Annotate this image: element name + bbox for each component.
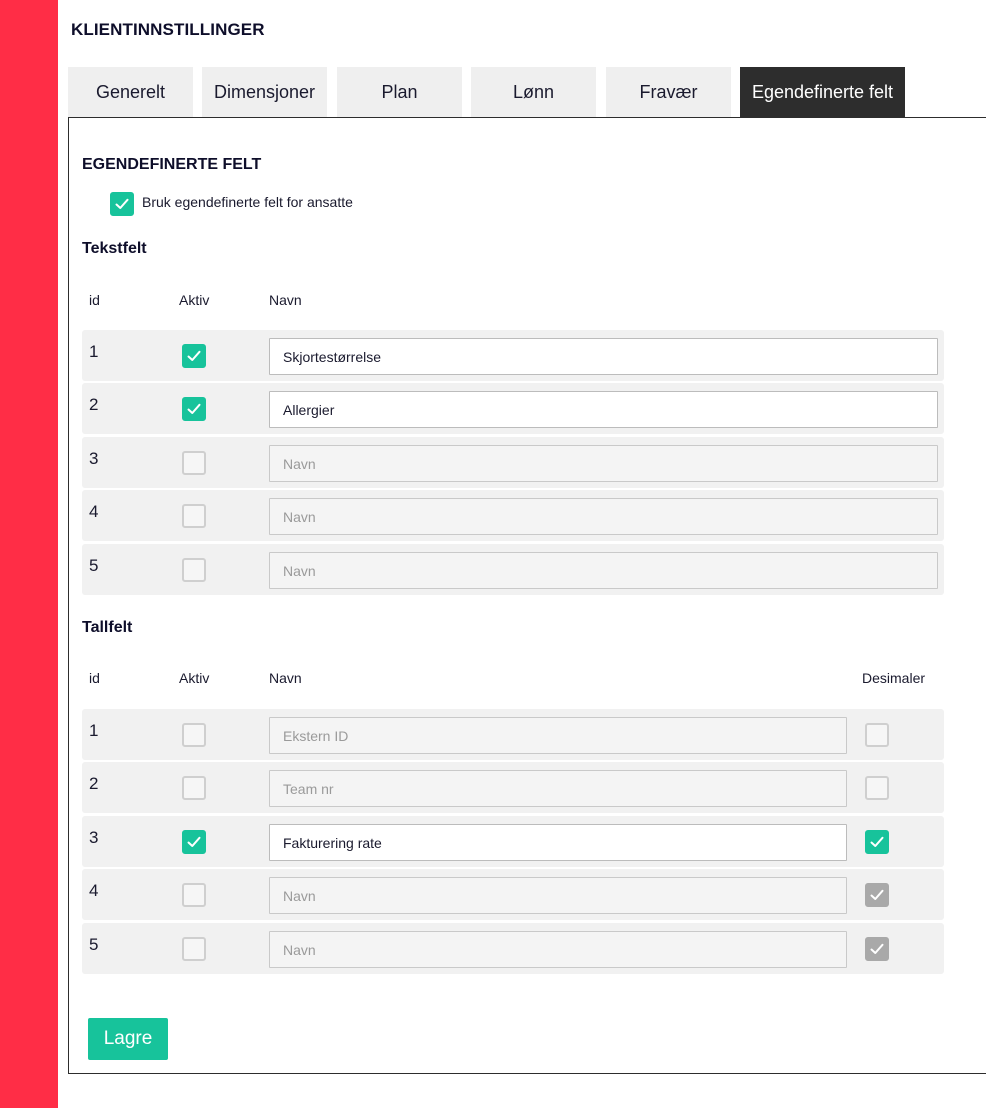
number-fields-title: Tallfelt (82, 619, 133, 636)
field-name-input[interactable] (269, 824, 847, 861)
field-name-input[interactable] (269, 391, 938, 428)
active-checkbox[interactable] (182, 344, 206, 368)
row-id: 2 (89, 774, 99, 793)
field-name-input[interactable] (269, 931, 847, 968)
field-name-input[interactable] (269, 498, 938, 535)
settings-panel: EGENDEFINERTE FELT Bruk egendefinerte fe… (68, 117, 986, 1074)
active-checkbox[interactable] (182, 830, 206, 854)
active-checkbox[interactable] (182, 504, 206, 528)
row-id: 1 (89, 721, 99, 740)
save-button[interactable]: Lagre (88, 1018, 168, 1060)
field-name-input[interactable] (269, 770, 847, 807)
use-custom-fields-checkbox-wrap (110, 192, 134, 216)
active-checkbox[interactable] (182, 883, 206, 907)
row-id: 4 (89, 881, 99, 900)
check-icon (870, 836, 884, 847)
tab-generelt[interactable]: Generelt (68, 67, 193, 117)
number-fields-header-id: id (89, 670, 100, 686)
text-fields-header-id: id (89, 292, 100, 308)
tab-egendefinerte-felt[interactable]: Egendefinerte felt (740, 67, 905, 117)
decimals-checkbox[interactable] (865, 937, 889, 961)
active-checkbox[interactable] (182, 937, 206, 961)
row-id: 3 (89, 449, 99, 468)
decimals-checkbox[interactable] (865, 883, 889, 907)
number-fields-header-decimals: Desimaler (862, 670, 926, 686)
use-custom-fields-label: Bruk egendefinerte felt for ansatte (142, 194, 353, 210)
table-row: 3 (82, 437, 944, 488)
check-icon (187, 836, 201, 847)
table-row: 3 (82, 816, 944, 867)
row-id: 5 (89, 935, 99, 954)
row-id: 5 (89, 556, 99, 575)
number-fields-header-active: Aktiv (179, 670, 210, 686)
number-fields-header-name: Navn (269, 670, 302, 686)
active-checkbox[interactable] (182, 723, 206, 747)
active-checkbox[interactable] (182, 776, 206, 800)
table-row: 4 (82, 869, 944, 920)
check-icon (115, 198, 129, 209)
row-id: 1 (89, 342, 99, 361)
row-id: 4 (89, 502, 99, 521)
active-checkbox[interactable] (182, 558, 206, 582)
table-row: 2 (82, 383, 944, 434)
field-name-input[interactable] (269, 338, 938, 375)
section-title: EGENDEFINERTE FELT (82, 156, 262, 173)
use-custom-fields-checkbox[interactable] (110, 192, 134, 216)
table-row: 1 (82, 330, 944, 381)
row-id: 2 (89, 395, 99, 414)
table-row: 5 (82, 923, 944, 974)
text-fields-header-active: Aktiv (179, 292, 210, 308)
check-icon (870, 889, 884, 900)
field-name-input[interactable] (269, 445, 938, 482)
tab-plan[interactable]: Plan (337, 67, 462, 117)
page-title: KLIENTINNSTILLINGER (71, 20, 265, 39)
field-name-input[interactable] (269, 717, 847, 754)
text-fields-header-name: Navn (269, 292, 302, 308)
decimals-checkbox[interactable] (865, 776, 889, 800)
tab-fravaer[interactable]: Fravær (606, 67, 731, 117)
tab-lonn[interactable]: Lønn (471, 67, 596, 117)
check-icon (870, 943, 884, 954)
table-row: 1 (82, 709, 944, 760)
check-icon (187, 350, 201, 361)
table-row: 5 (82, 544, 944, 595)
text-fields-title: Tekstfelt (82, 240, 147, 257)
active-checkbox[interactable] (182, 397, 206, 421)
check-icon (187, 403, 201, 414)
decimals-checkbox[interactable] (865, 830, 889, 854)
left-accent-bar (0, 0, 58, 1108)
field-name-input[interactable] (269, 552, 938, 589)
row-id: 3 (89, 828, 99, 847)
decimals-checkbox[interactable] (865, 723, 889, 747)
table-row: 4 (82, 490, 944, 541)
active-checkbox[interactable] (182, 451, 206, 475)
table-row: 2 (82, 762, 944, 813)
tab-dimensjoner[interactable]: Dimensjoner (202, 67, 327, 117)
field-name-input[interactable] (269, 877, 847, 914)
